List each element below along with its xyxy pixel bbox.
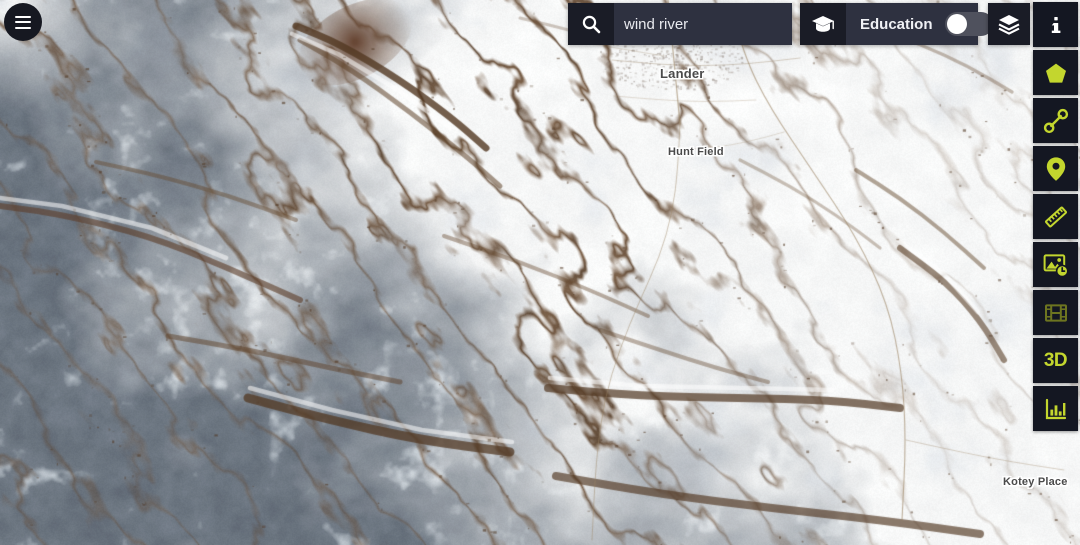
search-icon[interactable] [568, 3, 614, 45]
tool-stats-button[interactable] [1033, 386, 1078, 431]
layers-button[interactable] [988, 3, 1030, 45]
map-viewport[interactable] [0, 0, 1080, 545]
layers-icon [998, 15, 1020, 35]
image-clock-icon [1043, 252, 1069, 278]
hamburger-icon-bar [15, 21, 31, 23]
tool-polygon-button[interactable] [1033, 50, 1078, 95]
hamburger-icon-bar [15, 15, 31, 18]
tool-line-button[interactable] [1033, 98, 1078, 143]
education-label: Education [860, 15, 933, 33]
pentagon-icon [1044, 61, 1068, 85]
toggle-knob [946, 14, 967, 34]
hamburger-icon-bar [15, 26, 31, 29]
line-path-icon [1043, 108, 1069, 134]
menu-button[interactable] [4, 3, 42, 41]
map-pin-icon [1045, 156, 1067, 182]
education-panel: Education [800, 3, 993, 45]
right-toolbar: 3D [1033, 2, 1078, 431]
education-toggle[interactable] [944, 12, 993, 36]
3d-text-icon: 3D [1043, 349, 1068, 371]
tool-measure-button[interactable] [1033, 194, 1078, 239]
tool-view3d-button[interactable]: 3D [1033, 338, 1078, 383]
tool-info-button[interactable] [1033, 2, 1078, 47]
tool-marker-button[interactable] [1033, 146, 1078, 191]
tool-video-button [1033, 290, 1078, 335]
search-panel [568, 3, 833, 45]
ruler-icon [1043, 204, 1069, 230]
info-icon [1045, 14, 1067, 36]
tool-timelapse-button[interactable] [1033, 242, 1078, 287]
bar-chart-icon [1044, 397, 1068, 421]
graduation-cap-icon[interactable] [800, 3, 846, 45]
film-strip-icon [1044, 302, 1068, 324]
